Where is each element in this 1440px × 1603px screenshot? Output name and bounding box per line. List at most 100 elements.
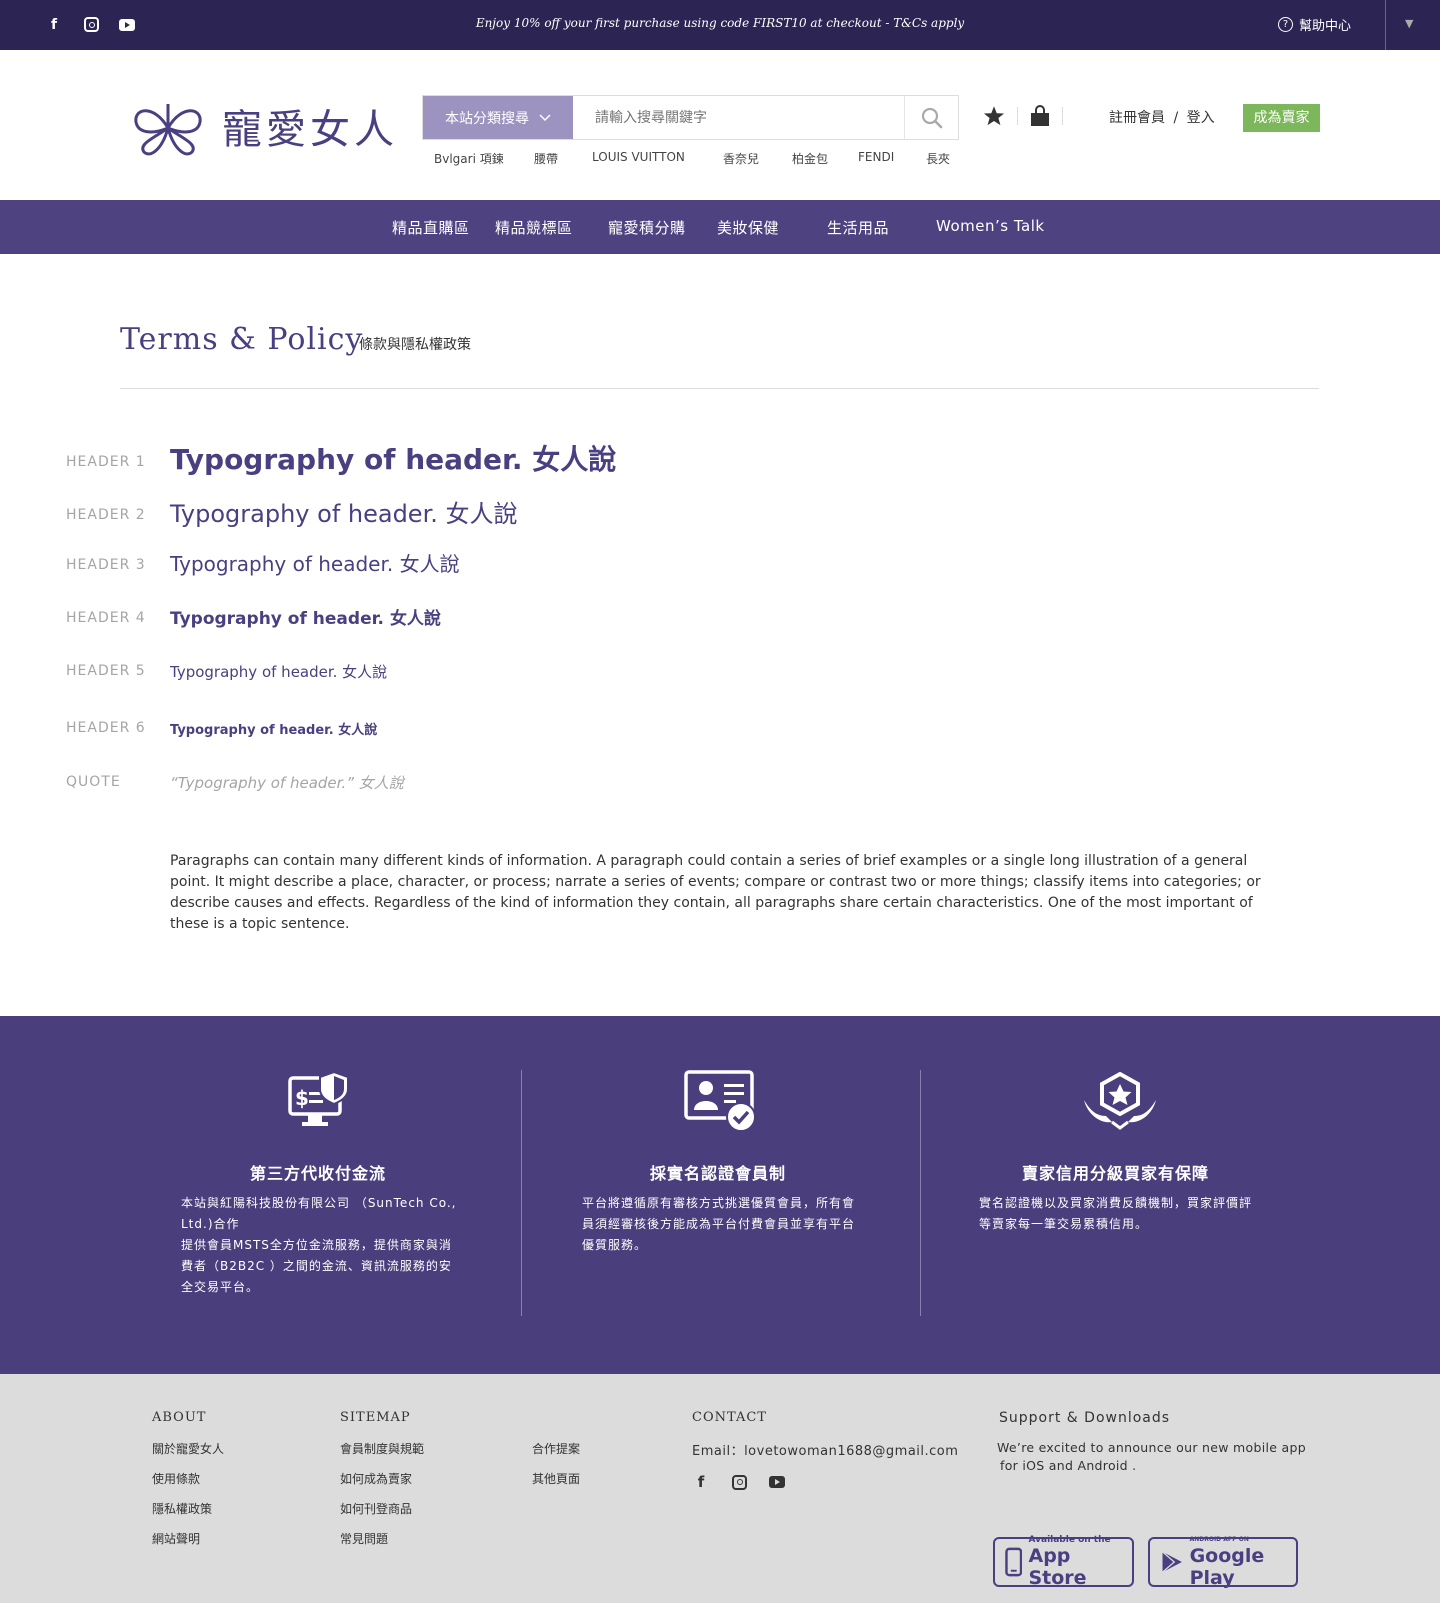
title-divider — [120, 388, 1319, 389]
play-icon — [1162, 1551, 1182, 1573]
features-section: $ 第三方代收付金流 本站與紅陽科技股份有限公司 （SunTech Co., L… — [0, 1016, 1440, 1374]
logo-mark-icon — [134, 104, 202, 156]
question-icon: ? — [1278, 17, 1293, 32]
youtube-icon[interactable] — [769, 1476, 785, 1488]
footer-link[interactable]: 網站聲明 — [152, 1530, 200, 1547]
tag-link[interactable]: Bvlgari 項鍊 — [434, 150, 504, 167]
help-center-label: 幫助中心 — [1299, 19, 1352, 34]
verified-id-icon — [684, 1070, 756, 1132]
page-subtitle: 條款與隱私權政策 — [359, 337, 471, 353]
tag-link[interactable]: 腰帶 — [534, 150, 558, 167]
login-link[interactable]: 登入 — [1187, 110, 1215, 126]
main-nav: 精品直購區 精品競標區 寵愛積分購 美妝保健 生活用品 Women’s Talk — [0, 200, 1440, 254]
header4-sample: Typography of header. 女人說 — [170, 609, 441, 629]
top-bar: f Enjoy 10% off your first purchase usin… — [0, 0, 1440, 50]
nav-item-lifestyle[interactable]: 生活用品 — [827, 217, 889, 238]
footer-link[interactable]: 其他頁面 — [532, 1470, 580, 1487]
search-bar: 本站分類搜尋 — [422, 95, 959, 140]
help-center-link[interactable]: ? 幫助中心 — [1278, 15, 1351, 34]
footer-link[interactable]: 合作提案 — [532, 1440, 580, 1457]
search-icon — [921, 107, 942, 128]
header5-sample: Typography of header. 女人說 — [170, 663, 388, 681]
footer-link[interactable]: 會員制度與規範 — [340, 1440, 424, 1457]
header-divider — [1017, 107, 1018, 125]
tag-link[interactable]: FENDI — [858, 150, 894, 164]
nav-item-direct-buy[interactable]: 精品直購區 — [392, 217, 470, 238]
header3-label: HEADER 3 — [66, 557, 146, 573]
site-header: 寵愛女人 本站分類搜尋 Bvlgari 項鍊 腰帶 LOUIS VUITTON … — [0, 50, 1440, 200]
footer-link[interactable]: 隱私權政策 — [152, 1500, 212, 1517]
instagram-icon[interactable] — [732, 1474, 747, 1490]
logo-text: 寵愛女人 — [222, 107, 398, 153]
google-play-big: Google Play — [1189, 1545, 1265, 1589]
star-badge-icon — [1084, 1072, 1156, 1130]
feature-body: 平台將遵循原有審核方式挑選優質會員，所有會員須經審核後方能成為平台付費會員並享有… — [582, 1196, 856, 1252]
footer-link[interactable]: 如何刊登商品 — [340, 1500, 412, 1517]
header1-label: HEADER 1 — [66, 454, 146, 470]
feature-divider — [920, 1070, 921, 1316]
promo-banner: Enjoy 10% off your first purchase using … — [475, 16, 965, 30]
auth-separator: / — [1173, 110, 1179, 126]
header1-sample: Typography of header. 女人說 — [170, 443, 617, 476]
footer-contact-heading: CONTACT — [692, 1410, 767, 1425]
star-icon[interactable] — [983, 105, 1005, 127]
tag-link[interactable]: 香奈兒 — [723, 150, 759, 167]
header-icons — [983, 105, 1075, 127]
search-button[interactable] — [904, 96, 958, 139]
phone-icon — [1005, 1547, 1023, 1577]
footer-sitemap-heading: SITEMAP — [340, 1410, 411, 1425]
footer-link[interactable]: 關於寵愛女人 — [152, 1440, 224, 1457]
top-divider — [1385, 0, 1386, 50]
register-link[interactable]: 註冊會員 — [1109, 110, 1165, 126]
feature-title: 第三方代收付金流 — [250, 1164, 387, 1183]
search-category-select[interactable]: 本站分類搜尋 — [423, 96, 573, 139]
google-play-small: ANDROID APP ON — [1189, 1536, 1249, 1543]
feature-divider — [521, 1070, 522, 1316]
page-title: Terms & Policy — [120, 322, 364, 357]
footer-about-heading: ABOUT — [152, 1410, 207, 1425]
site-footer: ABOUT 關於寵愛女人 使用條款 隱私權政策 網站聲明 SITEMAP 會員制… — [0, 1374, 1440, 1603]
header6-label: HEADER 6 — [66, 720, 146, 736]
support-text: for iOS and Android . — [1000, 1458, 1137, 1473]
header5-label: HEADER 5 — [66, 663, 146, 679]
nav-item-beauty[interactable]: 美妝保健 — [717, 217, 779, 238]
secure-payment-icon: $ — [288, 1070, 349, 1126]
header3-sample: Typography of header. 女人說 — [170, 552, 460, 576]
nav-item-auction[interactable]: 精品競標區 — [495, 217, 573, 238]
chevron-down-icon — [539, 113, 551, 121]
shopping-bag-icon[interactable] — [1030, 105, 1050, 127]
header4-label: HEADER 4 — [66, 610, 146, 626]
footer-link[interactable]: 使用條款 — [152, 1470, 200, 1487]
footer-social-links: f — [692, 1473, 785, 1491]
footer-link[interactable]: 如何成為賣家 — [340, 1470, 412, 1487]
auth-links: 註冊會員 / 登入 — [1109, 107, 1215, 127]
footer-support-heading: Support & Downloads — [999, 1410, 1171, 1426]
app-store-badge[interactable]: Available on the App Store — [993, 1535, 1134, 1589]
search-category-label: 本站分類搜尋 — [445, 110, 529, 127]
tag-link[interactable]: 柏金包 — [792, 150, 828, 167]
google-play-badge[interactable]: ANDROID APP ON Google Play — [1148, 1536, 1298, 1589]
sample-paragraph: Paragraphs can contain many different ki… — [170, 853, 1261, 932]
site-logo[interactable]: 寵愛女人 — [124, 94, 398, 158]
tag-link[interactable]: LOUIS VUITTON — [592, 150, 685, 164]
tag-link[interactable]: 長夾 — [926, 150, 950, 167]
nav-item-points[interactable]: 寵愛積分購 — [608, 217, 686, 238]
feature-title: 賣家信用分級買家有保障 — [1022, 1164, 1210, 1183]
header2-label: HEADER 2 — [66, 507, 146, 523]
quote-sample: “Typography of header.” 女人說 — [170, 774, 404, 792]
nav-item-womens-talk[interactable]: Women’s Talk — [936, 217, 1045, 235]
app-store-big: App Store — [1028, 1545, 1087, 1589]
header-divider — [1062, 107, 1063, 125]
header6-sample: Typography of header. 女人說 — [170, 723, 378, 738]
caret-down-icon[interactable]: ▼ — [1405, 17, 1413, 30]
svg-text:$: $ — [295, 1086, 309, 1110]
facebook-icon[interactable]: f — [692, 1473, 710, 1491]
become-seller-button[interactable]: 成為賣家 — [1243, 104, 1320, 132]
feature-title: 採實名認證會員制 — [650, 1164, 787, 1183]
search-input[interactable] — [573, 96, 904, 139]
contact-email[interactable]: Email：lovetowoman1688@gmail.com — [692, 1440, 958, 1459]
feature-body: 實名認證機以及買家消費反饋機制，買家評價評等賣家每一筆交易累積信用。 — [979, 1196, 1253, 1231]
quote-label: QUOTE — [66, 774, 121, 790]
footer-link[interactable]: 常見問題 — [340, 1530, 388, 1547]
support-text: We’re excited to announce our new mobile… — [997, 1440, 1306, 1455]
